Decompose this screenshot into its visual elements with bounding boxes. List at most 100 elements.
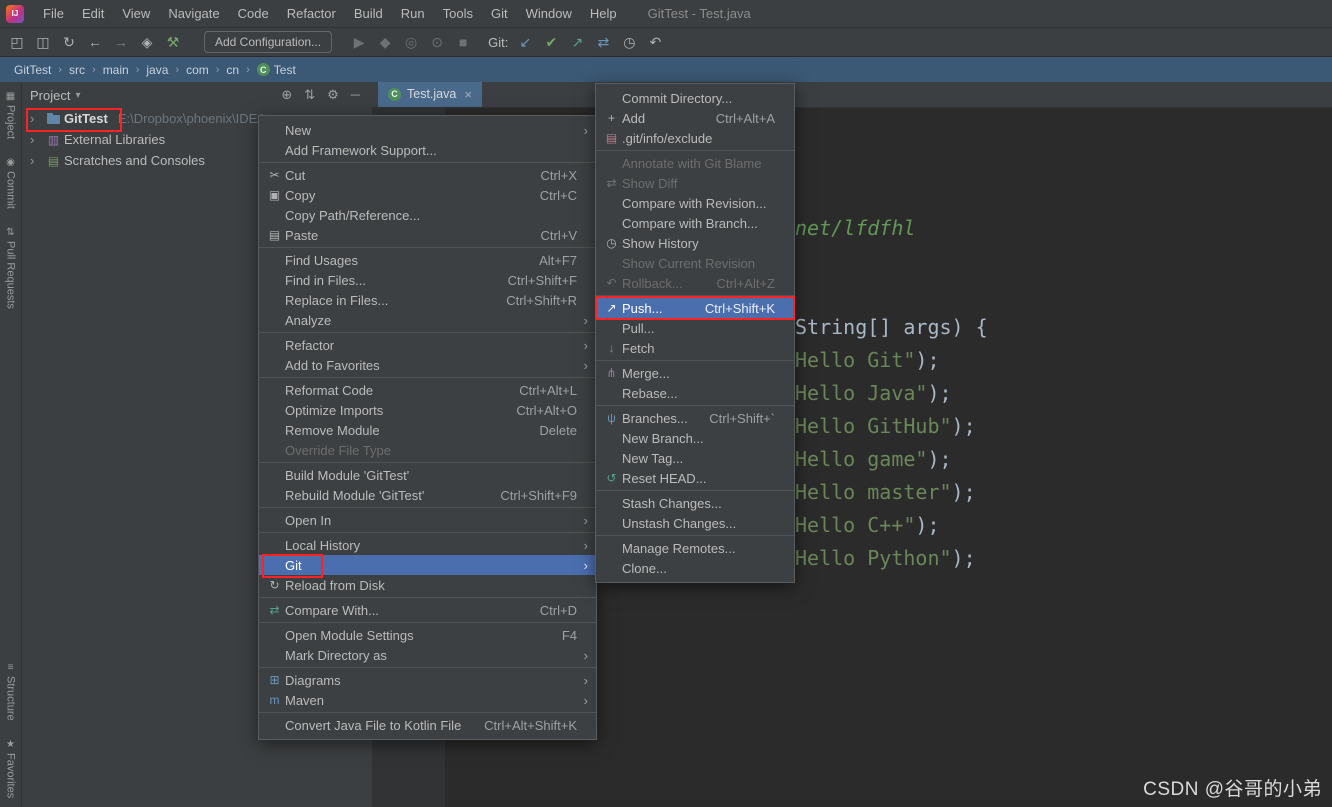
intellij-logo-icon[interactable]: IJ <box>6 4 24 23</box>
code-area[interactable]: net/lfdfhl String[] args) {Hello Git"); He… <box>795 82 1332 807</box>
run-configurations-select[interactable]: Add Configuration... <box>204 31 333 53</box>
context-menu-item-maven[interactable]: m Maven › <box>259 690 596 710</box>
context-menu-item-copy-path-reference[interactable]: Copy Path/Reference... <box>259 205 596 225</box>
context-menu-item-add-to-favorites[interactable]: Add to Favorites › <box>259 355 596 375</box>
profiler-icon[interactable]: ⊙ <box>424 34 450 51</box>
breadcrumb-item-main[interactable]: main <box>101 63 131 77</box>
context-menu-item-override-file-type[interactable]: Override File Type <box>259 440 596 460</box>
build-icon[interactable]: ⚒ <box>160 34 186 51</box>
gear-icon[interactable]: ⚙ <box>327 87 339 103</box>
forward-icon[interactable]: → <box>108 34 134 50</box>
debug-icon[interactable]: ◆ <box>372 34 398 51</box>
context-menu-item-analyze[interactable]: Analyze › <box>259 310 596 330</box>
tool-window-button-favorites[interactable]: ★ Favorites <box>5 739 17 798</box>
history-icon[interactable]: ◷ <box>616 34 642 51</box>
git-submenu-item-commit-directory[interactable]: Commit Directory... <box>596 88 794 108</box>
git-submenu-item-push[interactable]: ↗ Push... Ctrl+Shift+K <box>595 296 795 320</box>
menubar-item-help[interactable]: Help <box>581 0 626 27</box>
tab-test-java[interactable]: C Test.java × <box>378 81 482 107</box>
git-submenu-item-compare-with-branch[interactable]: Compare with Branch... <box>596 213 794 233</box>
git-submenu-item-annotate-with-git-blame[interactable]: Annotate with Git Blame <box>596 153 794 173</box>
git-submenu-item-rollback[interactable]: ↶ Rollback... Ctrl+Alt+Z <box>596 273 794 293</box>
breadcrumb-item-cn[interactable]: cn <box>224 63 241 77</box>
context-menu-item-build-module-gittest[interactable]: Build Module 'GitTest' <box>259 465 596 485</box>
context-menu-item-mark-directory-as[interactable]: Mark Directory as › <box>259 645 596 665</box>
run-icon[interactable]: ▶ <box>346 34 372 51</box>
git-submenu-item-clone[interactable]: Clone... <box>596 558 794 578</box>
chevron-right-icon[interactable]: › <box>30 153 45 168</box>
collapse-all-icon[interactable]: ⇅ <box>304 87 315 103</box>
context-menu-item-reformat-code[interactable]: Reformat Code Ctrl+Alt+L <box>259 380 596 400</box>
git-submenu-item-unstash-changes[interactable]: Unstash Changes... <box>596 513 794 533</box>
rollback-icon[interactable]: ↶ <box>642 34 668 51</box>
tool-window-button-project[interactable]: ▦ Project <box>5 91 17 139</box>
git-submenu-item-new-tag[interactable]: New Tag... <box>596 448 794 468</box>
update-project-icon[interactable]: ↙ <box>512 34 538 51</box>
push-arrow-icon[interactable]: ↗ <box>564 34 590 51</box>
context-menu-item-rebuild-module-gittest[interactable]: Rebuild Module 'GitTest' Ctrl+Shift+F9 <box>259 485 596 505</box>
context-menu-item-find-in-files[interactable]: Find in Files... Ctrl+Shift+F <box>259 270 596 290</box>
menubar-item-window[interactable]: Window <box>517 0 581 27</box>
context-menu-item-local-history[interactable]: Local History › <box>259 535 596 555</box>
menubar-item-view[interactable]: View <box>113 0 159 27</box>
tool-window-button-pull-requests[interactable]: ⇅ Pull Requests <box>5 227 17 309</box>
context-menu-item-replace-in-files[interactable]: Replace in Files... Ctrl+Shift+R <box>259 290 596 310</box>
close-icon[interactable]: × <box>464 87 472 102</box>
back-icon[interactable]: ← <box>82 34 108 50</box>
context-menu-item-reload-from-disk[interactable]: ↻ Reload from Disk <box>259 575 596 595</box>
menubar-item-tools[interactable]: Tools <box>434 0 482 27</box>
git-submenu-item-add[interactable]: + Add Ctrl+Alt+A <box>596 108 794 128</box>
context-menu-item-remove-module[interactable]: Remove Module Delete <box>259 420 596 440</box>
git-submenu-item-rebase[interactable]: Rebase... <box>596 383 794 403</box>
context-menu-item-open-module-settings[interactable]: Open Module Settings F4 <box>259 625 596 645</box>
context-menu-item-optimize-imports[interactable]: Optimize Imports Ctrl+Alt+O <box>259 400 596 420</box>
breadcrumb-item-gittest[interactable]: GitTest <box>12 63 53 77</box>
context-menu-item-compare-with[interactable]: ⇄ Compare With... Ctrl+D <box>259 600 596 620</box>
menubar-item-build[interactable]: Build <box>345 0 392 27</box>
git-submenu-item-new-branch[interactable]: New Branch... <box>596 428 794 448</box>
tool-window-button-structure[interactable]: ≡ Structure <box>5 662 17 721</box>
git-submenu-item-show-diff[interactable]: ⇄ Show Diff <box>596 173 794 193</box>
chevron-down-icon[interactable]: ▾ <box>75 90 80 101</box>
context-menu-item-add-framework-support[interactable]: Add Framework Support... <box>259 140 596 160</box>
git-submenu-item-manage-remotes[interactable]: Manage Remotes... <box>596 538 794 558</box>
open-icon[interactable]: ◰ <box>4 34 30 51</box>
git-submenu-item-show-history[interactable]: ◷ Show History <box>596 233 794 253</box>
git-submenu-item-show-current-revision[interactable]: Show Current Revision <box>596 253 794 273</box>
context-menu-item-new[interactable]: New › <box>259 120 596 140</box>
context-menu-item-diagrams[interactable]: ⊞ Diagrams › <box>259 670 596 690</box>
git-submenu-item-merge[interactable]: ⋔ Merge... <box>596 363 794 383</box>
context-menu-item-copy[interactable]: ▣ Copy Ctrl+C <box>259 185 596 205</box>
context-menu-item-convert-java-file-to-kotlin-file[interactable]: Convert Java File to Kotlin File Ctrl+Alt… <box>259 715 596 735</box>
git-submenu-item-reset-head[interactable]: ↺ Reset HEAD... <box>596 468 794 488</box>
context-menu-item-cut[interactable]: ✂ Cut Ctrl+X <box>259 165 596 185</box>
menubar-item-git[interactable]: Git <box>482 0 517 27</box>
context-menu-item-find-usages[interactable]: Find Usages Alt+F7 <box>259 250 596 270</box>
menubar-item-refactor[interactable]: Refactor <box>278 0 345 27</box>
menubar-item-code[interactable]: Code <box>229 0 278 27</box>
menubar-item-edit[interactable]: Edit <box>73 0 113 27</box>
git-submenu-item-compare-with-revision[interactable]: Compare with Revision... <box>596 193 794 213</box>
breadcrumb-item-com[interactable]: com <box>184 63 211 77</box>
coverage-icon[interactable]: ◎ <box>398 34 424 51</box>
chevron-right-icon[interactable]: › <box>30 132 45 147</box>
context-menu-item-refactor[interactable]: Refactor › <box>259 335 596 355</box>
git-submenu-item-git-info-exclude[interactable]: ▤ .git/info/exclude <box>596 128 794 148</box>
tool-window-button-commit[interactable]: ◉ Commit <box>5 157 17 209</box>
breadcrumb-item-java[interactable]: java <box>144 63 170 77</box>
save-icon[interactable]: ◫ <box>30 34 56 51</box>
modules-icon[interactable]: ◈ <box>134 34 160 51</box>
context-menu-item-git[interactable]: Git › <box>259 554 596 578</box>
breadcrumb-item-test[interactable]: C Test <box>255 63 298 77</box>
diff-icon[interactable]: ⇄ <box>590 34 616 51</box>
git-submenu-item-pull[interactable]: Pull... <box>596 318 794 338</box>
breadcrumb-item-src[interactable]: src <box>67 63 87 77</box>
menubar-item-file[interactable]: File <box>34 0 73 27</box>
chevron-right-icon[interactable]: › <box>30 111 45 126</box>
hide-icon[interactable]: ─ <box>351 87 360 103</box>
context-menu-item-open-in[interactable]: Open In › <box>259 510 596 530</box>
commit-check-icon[interactable]: ✔ <box>538 34 564 51</box>
git-submenu-item-branches[interactable]: ψ Branches... Ctrl+Shift+` <box>596 408 794 428</box>
git-submenu-item-fetch[interactable]: ↓ Fetch <box>596 338 794 358</box>
git-submenu-item-stash-changes[interactable]: Stash Changes... <box>596 493 794 513</box>
